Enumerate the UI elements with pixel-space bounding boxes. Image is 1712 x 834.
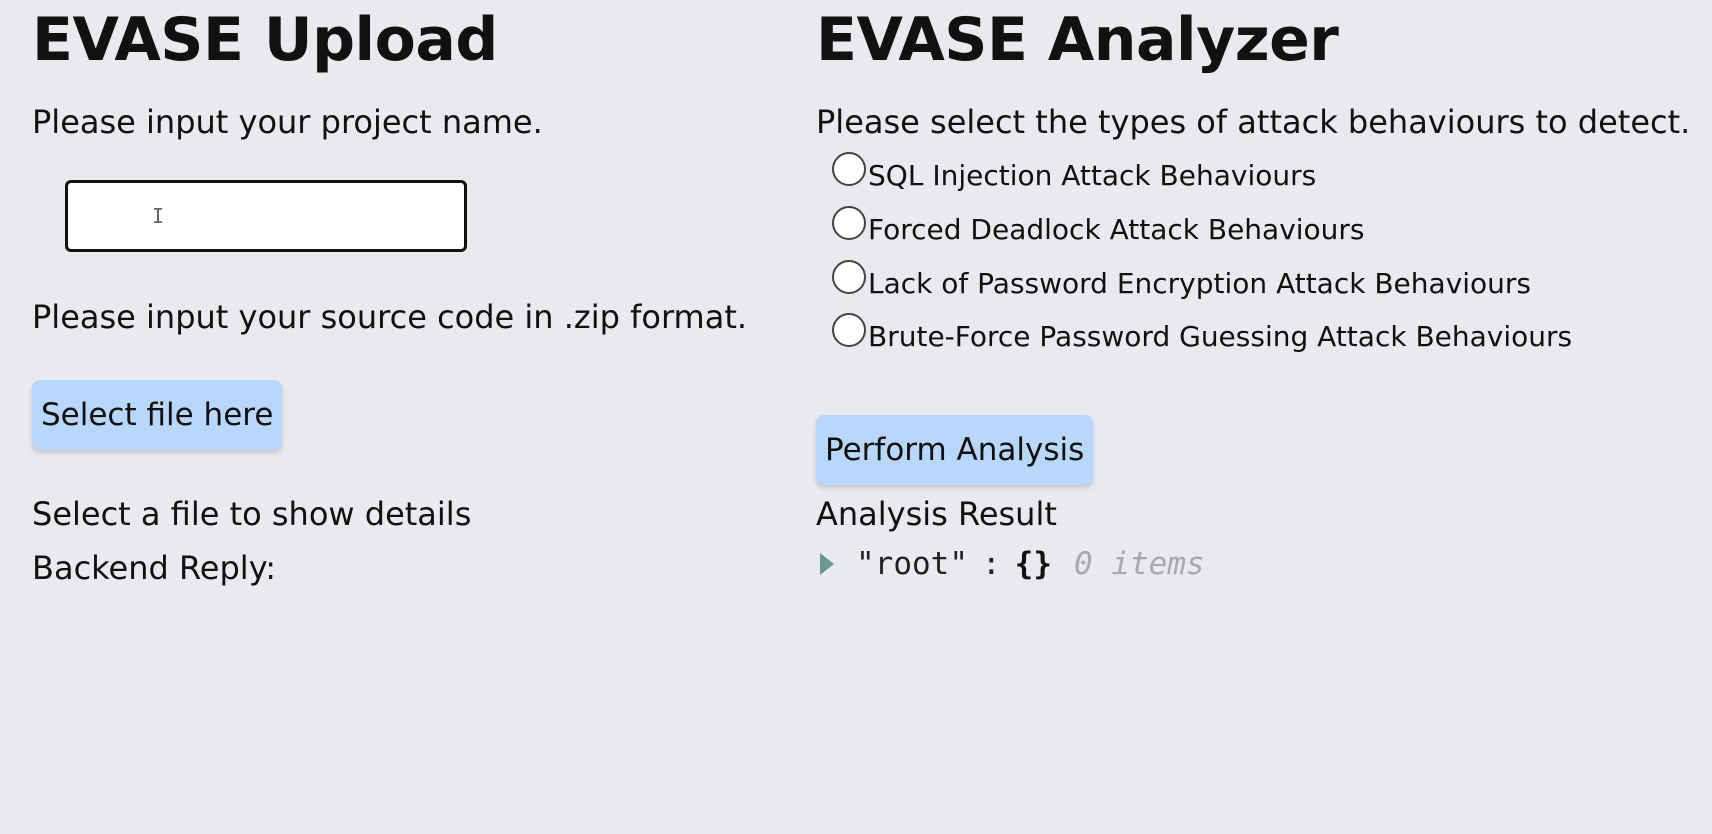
file-details-text: Select a file to show details [32,495,472,533]
json-key: "root" [856,546,968,582]
option-label: SQL Injection Attack Behaviours [868,159,1317,192]
caret-right-icon[interactable] [820,553,834,575]
perform-analysis-button[interactable]: Perform Analysis [816,415,1094,485]
analysis-result-label: Analysis Result [816,495,1057,533]
project-name-prompt: Please input your project name. [32,103,543,141]
attack-types-prompt: Please select the types of attack behavi… [816,103,1691,141]
project-name-input[interactable] [65,180,467,252]
radio-button[interactable] [832,152,866,186]
option-forced-deadlock[interactable]: Forced Deadlock Attack Behaviours [832,206,1365,250]
option-sql-injection[interactable]: SQL Injection Attack Behaviours [832,152,1317,196]
radio-button[interactable] [832,206,866,240]
backend-reply-label: Backend Reply: [32,549,277,587]
option-label: Forced Deadlock Attack Behaviours [868,213,1365,246]
option-brute-force[interactable]: Brute-Force Password Guessing Attack Beh… [832,313,1573,357]
json-item-count: 0 items [1073,546,1205,582]
source-code-prompt: Please input your source code in .zip fo… [32,298,748,336]
radio-button[interactable] [832,313,866,347]
text-cursor-icon: I [152,204,165,228]
radio-button[interactable] [832,260,866,294]
option-label: Lack of Password Encryption Attack Behav… [868,267,1532,300]
option-label: Brute-Force Password Guessing Attack Beh… [868,320,1573,353]
analyzer-title: EVASE Analyzer [816,5,1339,75]
select-file-button[interactable]: Select file here [32,380,283,450]
json-tree-root[interactable]: "root" : {} 0 items [820,542,1205,586]
json-value: {} [1014,546,1052,582]
json-separator: : [981,546,1001,582]
option-password-encryption[interactable]: Lack of Password Encryption Attack Behav… [832,260,1532,304]
upload-title: EVASE Upload [32,5,498,75]
